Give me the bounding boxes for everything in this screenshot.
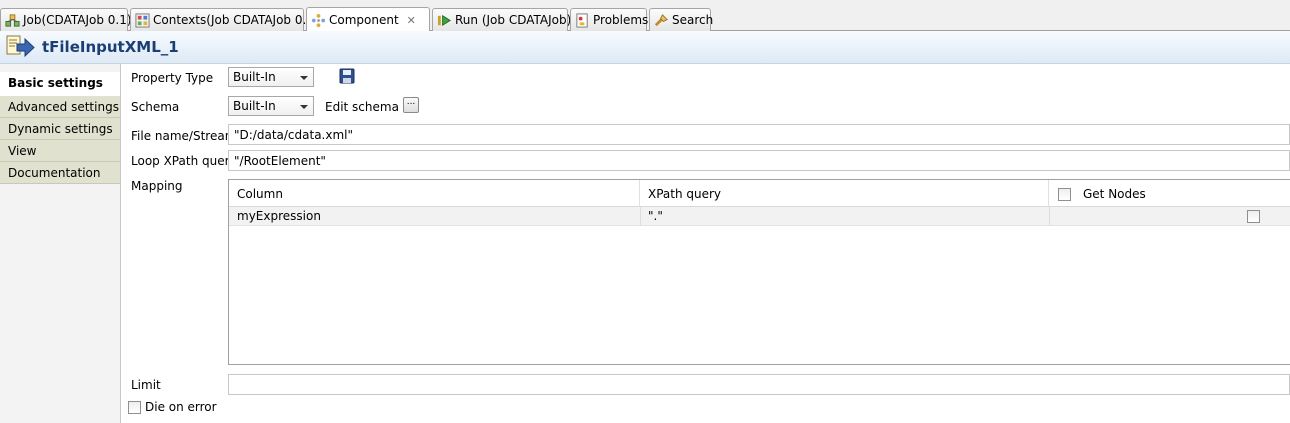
xpath-query-header[interactable]: XPath query <box>640 180 1049 207</box>
mapping-table-header: Column XPath query Get Nodes <box>229 180 1290 207</box>
search-icon <box>654 13 668 26</box>
loop-xpath-label: Loop XPath query <box>131 154 237 168</box>
tab-label: Contexts(Job CDATAJob 0.1) <box>153 13 319 27</box>
file-input-xml-icon <box>6 35 35 58</box>
problems-icon <box>576 12 588 28</box>
nav-documentation[interactable]: Documentation <box>0 162 120 184</box>
property-type-label: Property Type <box>131 71 214 85</box>
xpath-cell[interactable]: "." <box>648 209 663 223</box>
file-name-input[interactable]: "D:/data/cdata.xml" <box>228 124 1290 145</box>
tab-label: Search <box>672 13 714 27</box>
column-divider <box>640 207 641 226</box>
run-icon <box>437 14 452 26</box>
table-row[interactable]: myExpression "." <box>229 207 1290 226</box>
limit-label: Limit <box>131 378 161 392</box>
get-nodes-header: Get Nodes <box>1083 187 1146 201</box>
limit-input[interactable] <box>228 374 1290 395</box>
settings-nav: Basic settings Advanced settings Dynamic… <box>0 64 121 423</box>
tab-label: Problems <box>593 13 649 27</box>
tab-label: Job(CDATAJob 0.1) <box>23 13 132 27</box>
editor-tab-bar: Job(CDATAJob 0.1) Contexts(Job CDATAJob … <box>0 0 1290 32</box>
tab-job[interactable]: Job(CDATAJob 0.1) <box>0 8 132 31</box>
close-icon[interactable]: ✕ <box>407 14 416 27</box>
chevron-down-icon <box>300 105 308 109</box>
nav-view[interactable]: View <box>0 140 120 162</box>
nav-dynamic-settings[interactable]: Dynamic settings <box>0 118 120 140</box>
component-icon <box>311 13 326 27</box>
schema-label: Schema <box>131 100 180 114</box>
get-nodes-checkbox[interactable] <box>1247 210 1260 223</box>
save-icon[interactable] <box>339 68 355 84</box>
column-divider <box>1049 207 1050 226</box>
tab-search[interactable]: Search <box>649 8 714 31</box>
nav-advanced-settings[interactable]: Advanced settings <box>0 96 120 118</box>
chevron-down-icon <box>300 76 308 80</box>
contexts-icon <box>135 12 150 28</box>
column-header[interactable]: Column <box>229 180 640 207</box>
loop-xpath-input[interactable]: "/RootElement" <box>228 150 1290 171</box>
mapping-table: Column XPath query Get Nodes myExpressio… <box>228 179 1290 365</box>
component-title-bar: tFileInputXML_1 <box>0 31 1290 64</box>
job-icon <box>5 13 20 27</box>
edit-schema-label: Edit schema <box>325 100 399 114</box>
die-on-error-checkbox[interactable] <box>128 401 141 414</box>
mapping-label: Mapping <box>131 179 183 193</box>
die-on-error-label: Die on error <box>145 400 217 414</box>
tab-contexts[interactable]: Contexts(Job CDATAJob 0.1) <box>130 8 319 31</box>
edit-schema-button[interactable]: ... <box>403 97 419 113</box>
property-type-value: Built-In <box>233 70 276 84</box>
tab-problems[interactable]: Problems <box>570 8 649 31</box>
schema-select[interactable]: Built-In <box>228 96 314 116</box>
component-title: tFileInputXML_1 <box>42 38 179 56</box>
schema-value: Built-In <box>233 99 276 113</box>
file-name-label: File name/Stream <box>131 129 237 143</box>
property-type-select[interactable]: Built-In <box>228 67 314 87</box>
nav-basic-settings[interactable]: Basic settings <box>0 72 120 96</box>
tab-label: Component <box>329 13 399 27</box>
tab-label: Run (Job CDATAJob) <box>455 13 572 27</box>
tab-component[interactable]: Component ✕ <box>306 7 430 32</box>
get-nodes-header-checkbox[interactable] <box>1058 188 1071 201</box>
tab-run[interactable]: Run (Job CDATAJob) <box>432 8 572 31</box>
column-cell[interactable]: myExpression <box>237 209 321 223</box>
